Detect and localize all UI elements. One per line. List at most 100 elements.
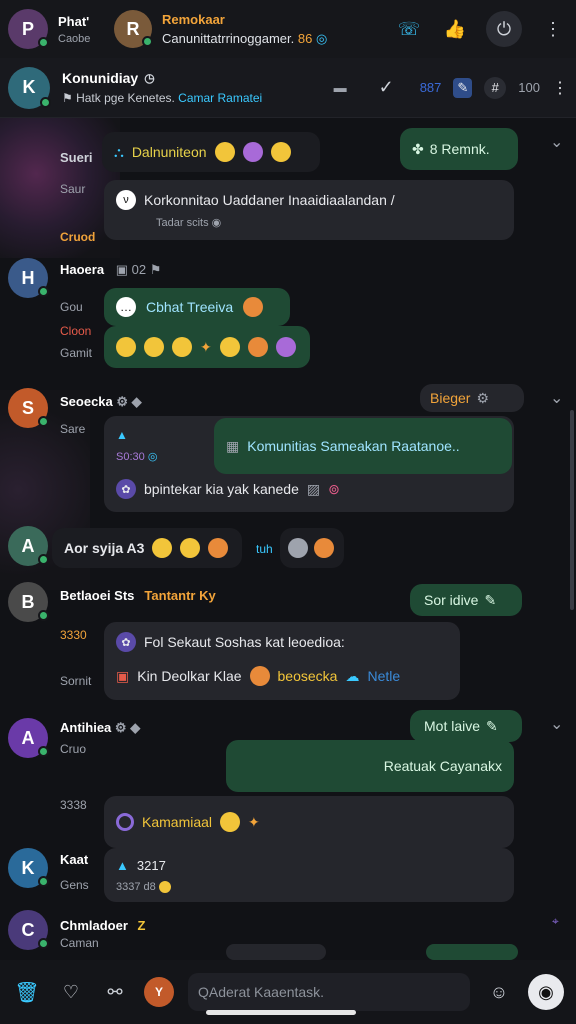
emoji-icon <box>247 337 268 357</box>
message-sub: Tadar scits <box>156 217 209 229</box>
side-label: Cloon <box>60 324 92 338</box>
mention-text[interactable]: beosecka <box>278 668 338 684</box>
emoji-icon <box>152 538 173 558</box>
emoji-icon <box>144 337 164 357</box>
more-icon[interactable]: ⋮ <box>538 14 568 44</box>
side-label: Caman <box>60 936 99 950</box>
reply-text: bpintekar kia yak kanede <box>144 481 299 497</box>
avatar[interactable]: B <box>8 582 49 622</box>
camera-icon[interactable]: ◉ <box>528 974 564 1010</box>
message-bubble-outgoing[interactable] <box>426 944 518 960</box>
top-bar: P Phat' Caobe R Remokaar Canunittatrrino… <box>0 0 576 58</box>
avatar[interactable]: Y <box>144 977 174 1007</box>
emoji-icon <box>314 538 334 558</box>
chat-title: Konunidiay <box>62 70 139 86</box>
message-bubble-outgoing[interactable]: ✤ 8 Remnk. <box>400 128 518 170</box>
image-thumb-icon: ▲ <box>116 858 129 873</box>
edit-icon: ✎ <box>486 717 498 734</box>
shield-icon[interactable]: ♡ <box>56 977 86 1007</box>
emoji-icon <box>116 337 136 357</box>
chevron-down-icon[interactable]: ⌄ <box>550 714 563 734</box>
emoji-icon <box>180 538 201 558</box>
message-list[interactable]: Sueri ⛬ Dalnuniteon ✤ 8 Remnk. ⌄ Saur Cr… <box>0 118 576 960</box>
pin-icon[interactable]: ⌖ <box>552 914 559 929</box>
edit-icon: ✎ <box>484 591 497 608</box>
emoji-icon <box>275 337 296 357</box>
leaf-icon: ✤ <box>412 140 424 157</box>
home-indicator <box>206 1010 356 1015</box>
avatar[interactable]: S <box>8 388 49 428</box>
emoji-icon <box>220 812 241 832</box>
message-bubble-outgoing[interactable]: Reatuak Cayanakx <box>226 740 514 792</box>
message-bubble[interactable]: ✿ Fol Sekaut Soshas kat leoedioa: ▣ Kin … <box>104 622 460 700</box>
account-name: Phat' <box>58 13 90 29</box>
emoji-icon <box>219 337 240 357</box>
message-bubble[interactable] <box>226 944 326 960</box>
message-text: Kin Deolkar Klae <box>137 668 242 684</box>
label-chip[interactable]: Bieger ⚙ <box>420 384 524 412</box>
chevron-down-icon[interactable]: ⌄ <box>550 388 563 408</box>
avatar[interactable]: K <box>8 66 51 109</box>
message-meta: 3217 <box>136 858 166 873</box>
message-bubble[interactable]: ν Korkonnitao Uaddaner Inaaidiaalandan /… <box>104 180 514 240</box>
sender-name: Chmladoer Z <box>60 918 146 933</box>
emoji-icon <box>243 297 264 317</box>
emoji-icon <box>288 538 308 558</box>
phone-icon[interactable]: ☏ <box>394 14 424 44</box>
message-bubble[interactable]: Aor syija A3 <box>52 528 242 568</box>
chat-name: Remokaar <box>162 11 225 27</box>
emoji-picker-icon[interactable]: ☺ <box>484 977 514 1007</box>
message-bubble[interactable]: Kamamiaal ✦ <box>104 796 514 848</box>
message-text: Aor syija A3 <box>64 540 145 556</box>
side-label: 3330 <box>60 628 87 642</box>
scrollbar[interactable] <box>570 410 574 610</box>
message-meta: 3337 d8 <box>116 881 156 893</box>
chat-bubble-icon: … <box>116 297 136 317</box>
trash-icon[interactable]: 🗑 <box>12 977 42 1007</box>
message-bubble[interactable]: ⛬ Dalnuniteon <box>102 132 320 172</box>
link-icon[interactable]: ⚯ <box>100 977 130 1007</box>
emoji-icon <box>214 142 235 162</box>
label-chip-outgoing[interactable]: Mot laive ✎ <box>410 710 522 742</box>
side-label: Sueri <box>60 150 93 165</box>
chevron-down-icon[interactable]: ⌄ <box>550 132 563 152</box>
thumbs-up-icon[interactable]: 👍 <box>440 14 470 44</box>
message-input[interactable]: QAderat Kaaentask. <box>188 973 470 1011</box>
label-chip-outgoing[interactable]: Sor idive ✎ <box>410 584 522 616</box>
avatar[interactable]: P <box>8 9 49 49</box>
avatar[interactable]: K <box>8 848 49 888</box>
reaction-bubble[interactable] <box>280 528 344 568</box>
message-bubble[interactable]: … Cbhat Treeiva <box>104 288 290 326</box>
message-bubble[interactable]: ▲ 3217 3337 d8 <box>104 848 514 902</box>
emoji-icon <box>249 666 270 686</box>
side-label: Cruod <box>60 230 96 244</box>
more-icon[interactable]: ⋮ <box>552 78 568 98</box>
avatar[interactable]: C <box>8 910 49 950</box>
sender-name: Haoera ▣ 02 ⚑ <box>60 262 162 277</box>
avatar[interactable]: R <box>114 10 153 48</box>
emoji-icon <box>158 881 171 894</box>
side-label: Gou <box>60 300 83 314</box>
mention-text[interactable]: Netle <box>367 668 400 684</box>
message-bubble-outgoing[interactable]: ▦ Komunitias Sameakan Raatanoe.. <box>214 418 512 474</box>
power-icon[interactable]: ⏻ <box>486 11 522 47</box>
emoji-icon <box>270 142 291 162</box>
hash-icon[interactable]: # <box>484 76 507 99</box>
message-text: Kamamiaal <box>142 814 213 830</box>
message-text: Dalnuniteon <box>131 144 207 160</box>
reaction-bar[interactable]: ✦ <box>104 326 310 368</box>
check-icon[interactable]: ✓ <box>379 77 394 98</box>
input-placeholder: QAderat Kaaentask. <box>198 984 325 1000</box>
spark-icon: ✦ <box>200 338 212 355</box>
pen-icon[interactable]: ✎ <box>453 77 473 98</box>
message-text: Fol Sekaut Soshas kat leoedioa: <box>144 634 345 650</box>
avatar[interactable]: A <box>8 526 49 566</box>
logo-icon: ν <box>116 190 136 210</box>
side-label: Cruo <box>60 742 87 756</box>
gear-icon: ⚙ <box>476 389 490 406</box>
avatar[interactable]: H <box>8 258 49 298</box>
avatar[interactable]: A <box>8 718 49 758</box>
side-label: Sare <box>60 422 86 436</box>
account-status: Caobe <box>58 32 91 45</box>
side-label: Sornit <box>60 674 92 688</box>
